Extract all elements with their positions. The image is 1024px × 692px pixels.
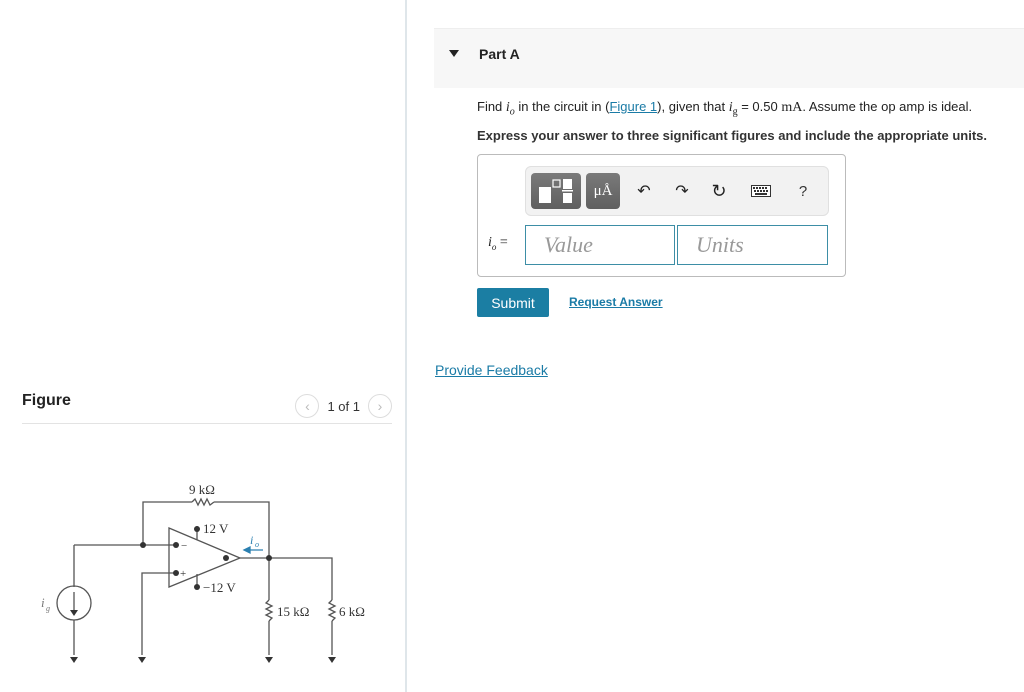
question-mid2: ), given that bbox=[657, 99, 729, 114]
label-9k: 9 kΩ bbox=[189, 482, 215, 497]
templates-icon bbox=[539, 179, 573, 203]
ground-arrow bbox=[265, 657, 273, 663]
wire bbox=[142, 501, 192, 545]
keyboard-icon bbox=[751, 185, 771, 197]
circuit-diagram: 9 kΩ 12 V −12 V − + i o i g 15 kΩ 6 kΩ bbox=[41, 482, 365, 663]
ground-arrow bbox=[328, 657, 336, 663]
help-button[interactable]: ? bbox=[790, 173, 816, 209]
units-button[interactable]: μÅ bbox=[586, 173, 620, 209]
redo-icon: ↷ bbox=[675, 183, 689, 200]
chevron-left-icon: ‹ bbox=[305, 398, 310, 414]
part-title: Part A bbox=[479, 46, 520, 62]
value-input[interactable] bbox=[544, 232, 674, 258]
math-toolbar: μÅ ↶ ↷ ↻ ? bbox=[525, 166, 829, 216]
question-suffix: . Assume the op amp is ideal. bbox=[802, 99, 973, 114]
label-plus: + bbox=[180, 568, 186, 580]
figure-pager: ‹ 1 of 1 › bbox=[295, 394, 392, 418]
figure-title: Figure bbox=[22, 392, 71, 409]
wire bbox=[240, 557, 333, 600]
templates-button[interactable] bbox=[531, 173, 581, 209]
undo-icon: ↶ bbox=[637, 183, 651, 200]
panel-divider bbox=[405, 0, 407, 692]
request-answer-link[interactable]: Request Answer bbox=[569, 295, 663, 309]
figure-link[interactable]: Figure 1 bbox=[609, 99, 657, 114]
question-prefix: Find bbox=[477, 99, 506, 114]
resistor-9k bbox=[191, 497, 215, 507]
ground-arrow bbox=[70, 657, 78, 663]
units-input[interactable] bbox=[696, 232, 827, 258]
provide-feedback-link[interactable]: Provide Feedback bbox=[435, 362, 548, 378]
next-figure-button[interactable]: › bbox=[368, 394, 392, 418]
label-neg-12v: −12 V bbox=[203, 580, 236, 595]
submit-button[interactable]: Submit bbox=[477, 288, 549, 317]
resistor-15k bbox=[264, 599, 274, 622]
units-field[interactable] bbox=[677, 225, 828, 265]
keyboard-button[interactable] bbox=[748, 173, 774, 209]
question-text: Find io in the circuit in (Figure 1), gi… bbox=[477, 99, 972, 118]
label-ig: i bbox=[41, 595, 45, 610]
collapse-triangle-icon[interactable] bbox=[449, 50, 459, 57]
label-minus: − bbox=[181, 540, 187, 552]
redo-button[interactable]: ↷ bbox=[669, 173, 695, 209]
part-a-header[interactable]: Part A bbox=[434, 28, 1024, 88]
label-12v: 12 V bbox=[203, 521, 229, 536]
label-io: i bbox=[250, 533, 253, 547]
answer-box: μÅ ↶ ↷ ↻ ? io = bbox=[477, 154, 846, 277]
reset-button[interactable]: ↻ bbox=[706, 173, 732, 209]
undo-button[interactable]: ↶ bbox=[631, 173, 657, 209]
reset-icon: ↻ bbox=[711, 180, 727, 201]
question-mid: in the circuit in ( bbox=[514, 99, 610, 114]
pager-text: 1 of 1 bbox=[327, 398, 360, 414]
answer-label: io = bbox=[488, 235, 508, 252]
given-unit: mA bbox=[781, 100, 803, 115]
instruction-text: Express your answer to three significant… bbox=[477, 128, 987, 143]
answer-eq: = bbox=[496, 235, 508, 250]
chevron-right-icon: › bbox=[377, 398, 383, 414]
given-eq: = 0.50 bbox=[737, 99, 782, 114]
prev-figure-button[interactable]: ‹ bbox=[295, 394, 320, 418]
ground-arrow bbox=[138, 657, 146, 663]
figure-header: Figure ‹ 1 of 1 › bbox=[22, 390, 392, 424]
label-ig-sub: g bbox=[46, 604, 50, 613]
label-15k: 15 kΩ bbox=[277, 604, 309, 619]
label-6k: 6 kΩ bbox=[339, 604, 365, 619]
wire bbox=[141, 572, 176, 655]
resistor-6k bbox=[327, 599, 337, 622]
value-field[interactable] bbox=[525, 225, 675, 265]
label-io-sub: o bbox=[255, 540, 259, 549]
